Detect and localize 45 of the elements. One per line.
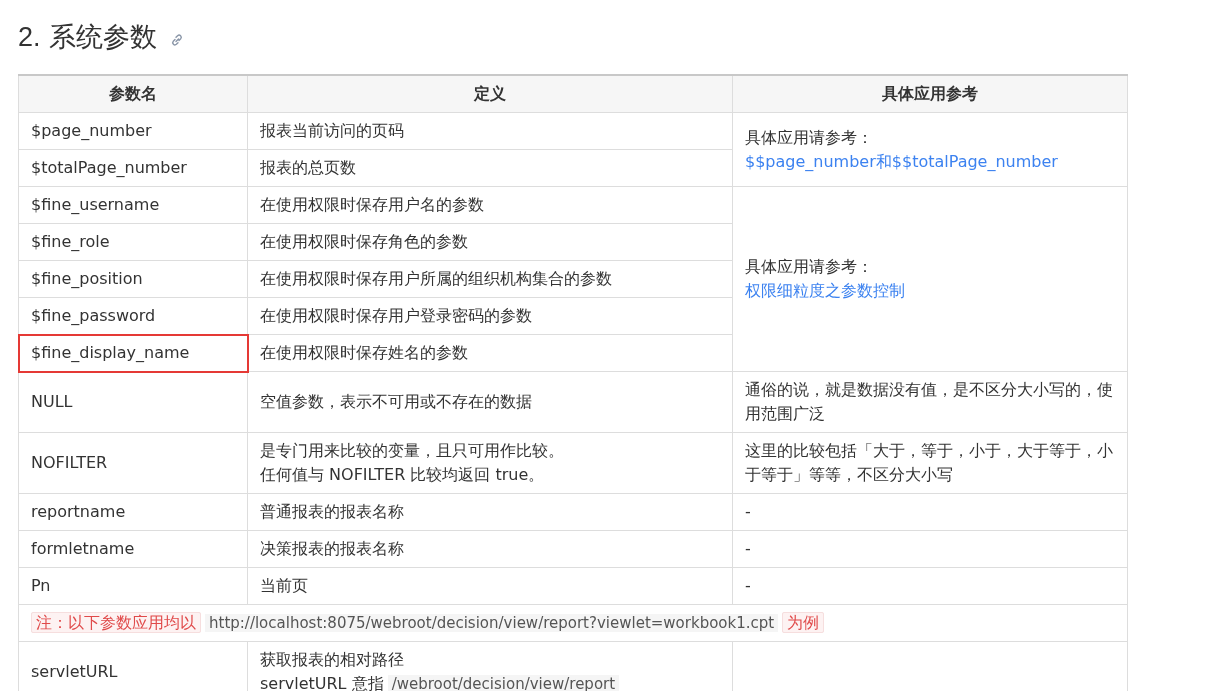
- table-cell: $fine_password: [18, 297, 248, 335]
- cell-text: 通俗的说，就是数据没有值，是不区分大小写的，使用范围广泛: [745, 380, 1113, 423]
- cell-text: 获取报表的相对路径: [260, 650, 404, 669]
- table-cell: $totalPage_number: [18, 149, 248, 187]
- inline-code: http://localhost:8075/webroot/decision/view/report?viewlet=workbook1.cpt: [205, 614, 779, 632]
- heading-title: 系统参数: [48, 20, 157, 54]
- cell-text: 在使用权限时保存角色的参数: [260, 232, 468, 251]
- table-cell: servletURL: [18, 641, 248, 691]
- column-header: 具体应用参考: [732, 75, 1128, 113]
- cell-text: 普通报表的报表名称: [260, 502, 404, 521]
- column-header: 参数名: [18, 75, 248, 113]
- cell-text: 在使用权限时保存用户登录密码的参数: [260, 306, 532, 325]
- cell-text: 空值参数，表示不可用或不存在的数据: [260, 392, 532, 411]
- table-cell: $fine_display_name: [18, 334, 248, 372]
- cell-text: 这里的比较包括「大于，等于，小于，大于等于，小于等于」等等，不区分大小写: [745, 441, 1113, 484]
- cell-text: 报表当前访问的页码: [260, 121, 404, 140]
- reference-link[interactable]: $$page_number和$$totalPage_number: [745, 151, 1058, 171]
- cell-text: servletURL 意指: [260, 674, 384, 691]
- column-header: 定义: [247, 75, 733, 113]
- cell-text: 在使用权限时保存姓名的参数: [260, 343, 468, 362]
- table-cell: NULL: [18, 371, 248, 433]
- cell-text: 具体应用请参考：: [745, 257, 873, 276]
- note-text: 注：以下参数应用均以: [31, 612, 201, 633]
- heading-number: 2.: [18, 21, 41, 53]
- table-cell: Pn: [18, 567, 248, 605]
- table-cell: $fine_username: [18, 186, 248, 224]
- cell-text: 当前页: [260, 576, 308, 595]
- table-cell: formletname: [18, 530, 248, 568]
- cell-text: -: [745, 576, 751, 595]
- cell-text: -: [745, 502, 751, 521]
- cell-text: -: [745, 539, 751, 558]
- table-cell: reportname: [18, 493, 248, 531]
- table-cell: NOFILTER: [18, 432, 248, 494]
- table-cell: $fine_position: [18, 260, 248, 298]
- cell-text: 在使用权限时保存用户所属的组织机构集合的参数: [260, 269, 612, 288]
- cell-text: 具体应用请参考：: [745, 127, 873, 147]
- cell-text: 决策报表的报表名称: [260, 539, 404, 558]
- note-text: 为例: [782, 612, 825, 633]
- table-cell: $fine_role: [18, 223, 248, 261]
- cell-text: 在使用权限时保存用户名的参数: [260, 195, 484, 214]
- cell-text: 是专门用来比较的变量，且只可用作比较。: [260, 441, 564, 460]
- cell-text: 报表的总页数: [260, 158, 356, 177]
- cell-text: 任何值与 NOFILTER 比较均返回 true。: [260, 465, 545, 484]
- table-cell: $page_number: [18, 112, 248, 150]
- reference-link[interactable]: 权限细粒度之参数控制: [745, 281, 905, 300]
